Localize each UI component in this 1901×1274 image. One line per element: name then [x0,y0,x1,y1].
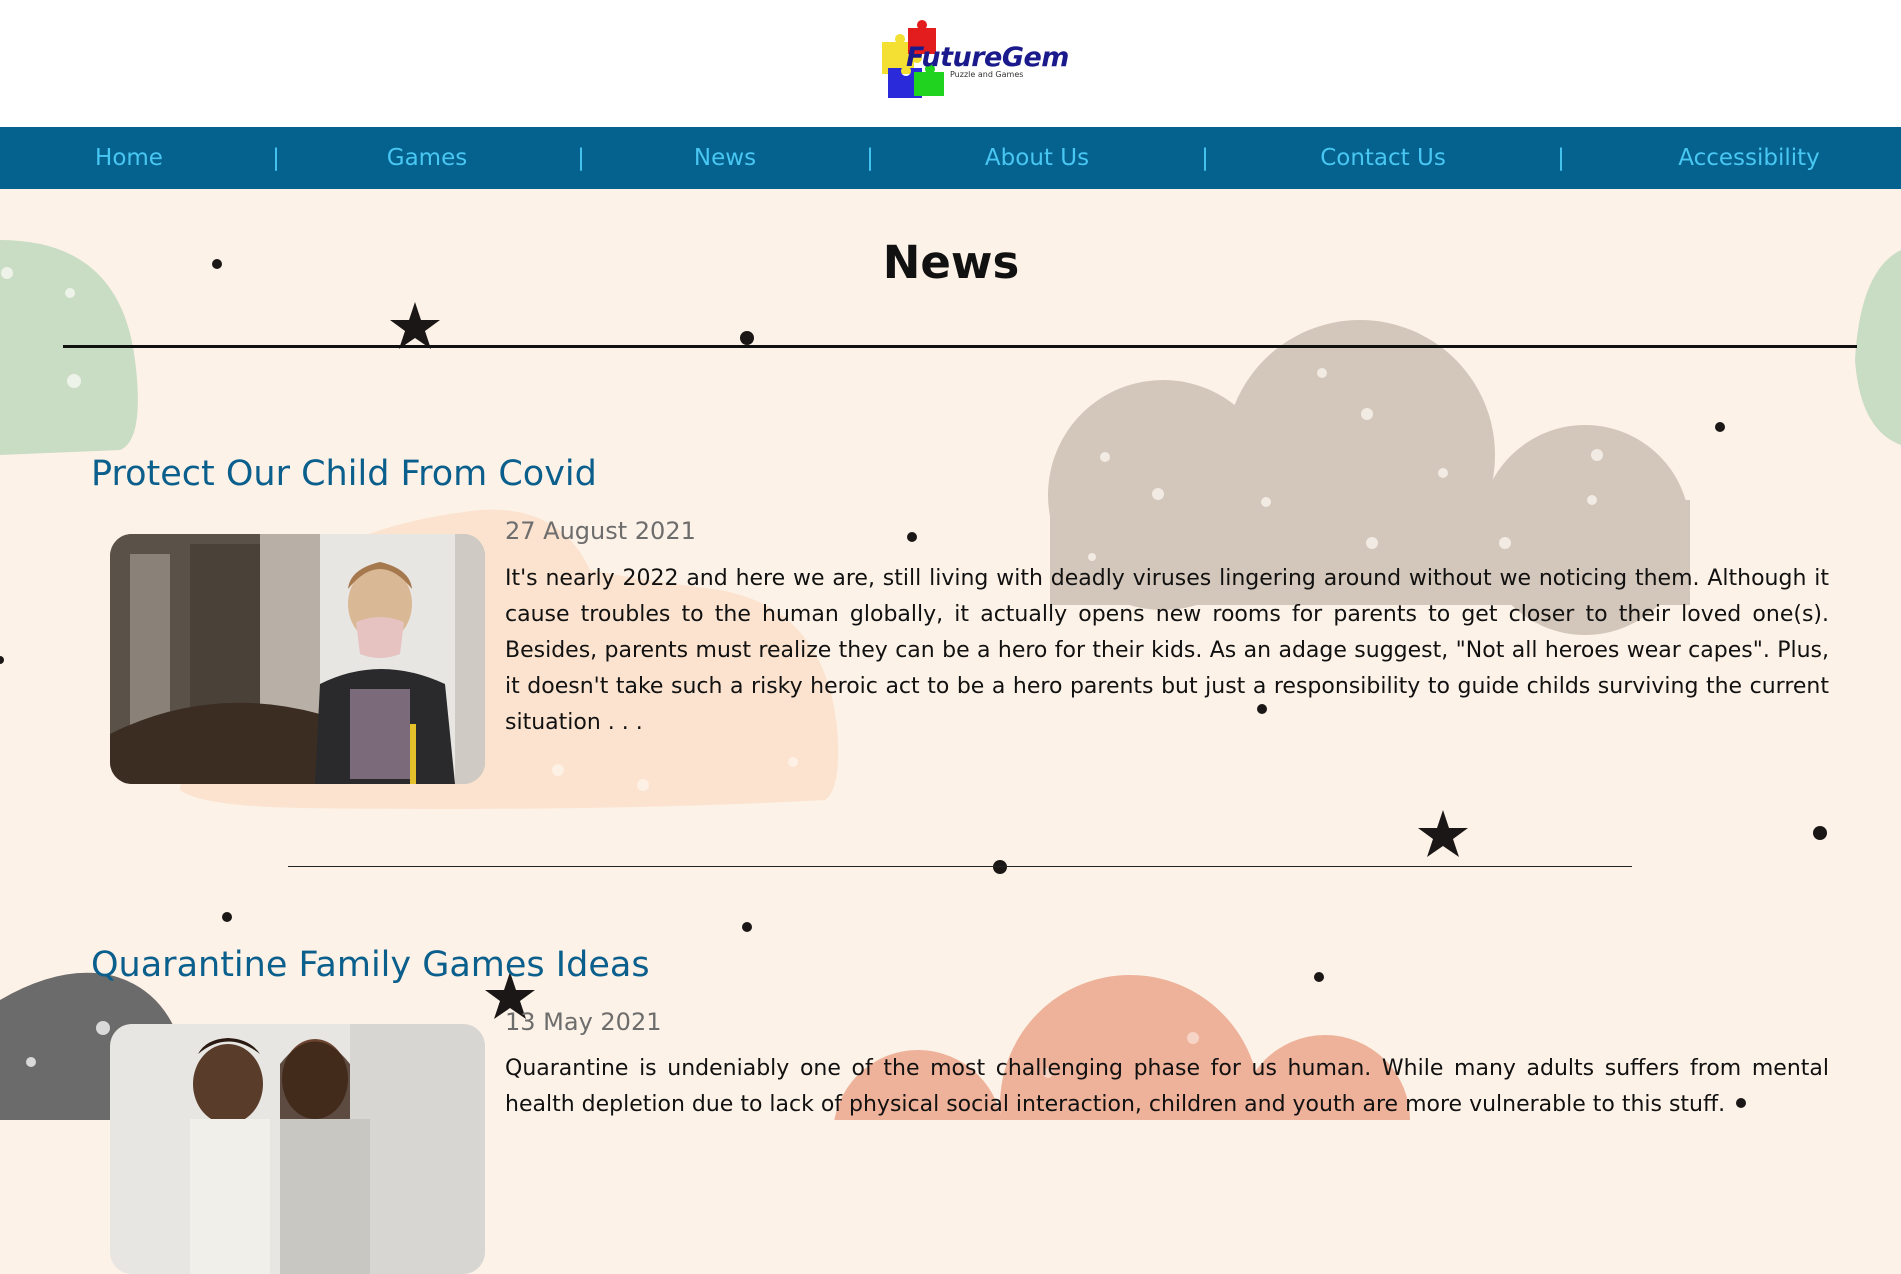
logo-wordmark[interactable]: FutureGem [906,42,1069,73]
nav-separator: | [272,145,280,171]
child-with-mask-photo [110,534,485,784]
article-title[interactable]: Quarantine Family Games Ideas [91,945,650,985]
title-divider [63,345,1857,348]
article-image[interactable] [110,534,485,784]
nav-separator: | [1557,145,1565,171]
nav-games[interactable]: Games [387,144,467,172]
article-excerpt: It's nearly 2022 and here we are, still … [505,566,1829,735]
article-divider [288,866,1632,867]
page-title: News [882,236,1020,289]
article-date: 27 August 2021 [505,517,696,545]
nav-news[interactable]: News [694,144,756,172]
article-title[interactable]: Protect Our Child From Covid [91,454,597,494]
nav-accessibility[interactable]: Accessibility [1678,144,1820,172]
main-nav: Home | Games | News | About Us | Contact… [0,127,1901,189]
logo-tagline: Puzzle and Games [950,70,1024,79]
nav-about-us[interactable]: About Us [985,144,1089,172]
family-playing-photo [110,1024,485,1274]
article-image[interactable] [110,1024,485,1274]
nav-separator: | [577,145,585,171]
article-date: 13 May 2021 [505,1008,662,1036]
nav-home[interactable]: Home [95,144,163,172]
site-header: FutureGem Puzzle and Games [0,0,1901,127]
nav-separator: | [1201,145,1209,171]
nav-contact-us[interactable]: Contact Us [1320,144,1446,172]
article-excerpt: Quarantine is undeniably one of the most… [505,1056,1829,1117]
nav-separator: | [866,145,874,171]
star-decoration [390,302,440,349]
star-decoration [1418,810,1468,857]
